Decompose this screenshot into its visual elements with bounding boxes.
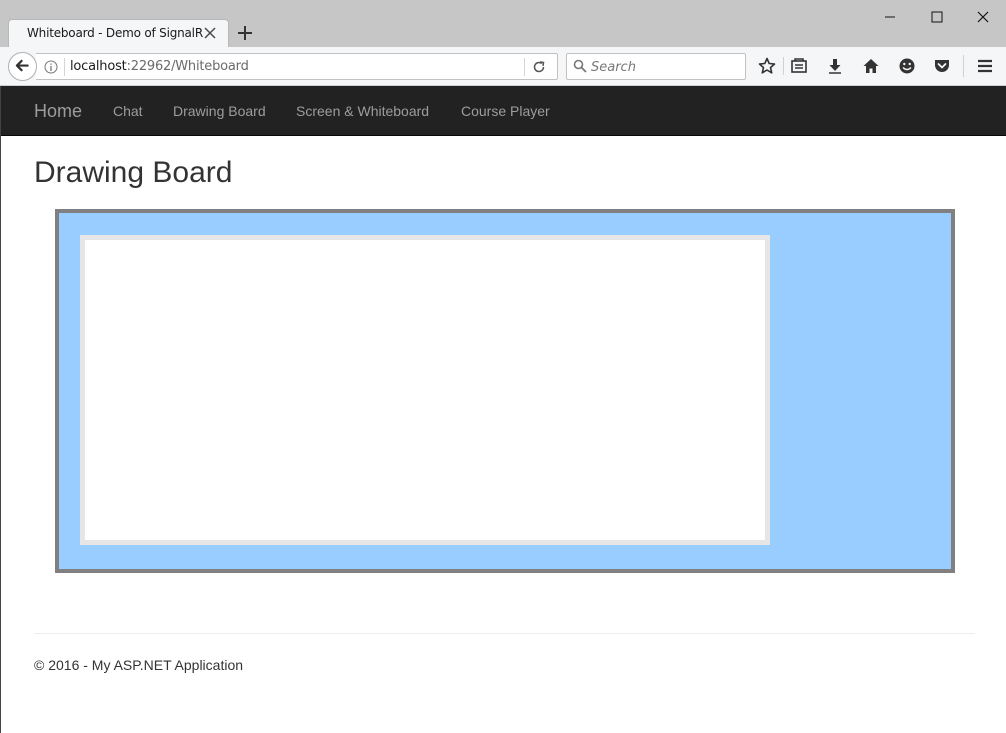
toolbar-separator — [783, 57, 784, 75]
drawing-board-frame — [55, 209, 955, 573]
close-icon[interactable] — [203, 26, 217, 40]
url-host: localhost — [70, 59, 127, 74]
minimize-icon[interactable] — [880, 8, 900, 26]
download-icon[interactable] — [826, 57, 844, 75]
site-navbar: Home Chat Drawing Board Screen & Whitebo… — [1, 86, 1006, 136]
nav-brand-home[interactable]: Home — [34, 101, 82, 122]
nav-link-course-player[interactable]: Course Player — [461, 103, 550, 119]
search-bar[interactable] — [566, 53, 746, 80]
reading-list-icon[interactable] — [790, 57, 808, 75]
browser-titlebar: Whiteboard - Demo of SignalR — [0, 0, 1006, 47]
info-icon[interactable] — [44, 60, 58, 74]
web-page: Home Chat Drawing Board Screen & Whitebo… — [0, 86, 1006, 733]
url-text[interactable]: localhost:22962/Whiteboard — [70, 59, 249, 74]
footer-copyright: © 2016 - My ASP.NET Application — [34, 657, 244, 673]
drawing-canvas[interactable] — [80, 235, 770, 545]
toolbar-separator — [963, 55, 964, 77]
back-button[interactable] — [8, 52, 37, 81]
maximize-icon[interactable] — [927, 8, 947, 26]
star-icon[interactable] — [758, 57, 776, 75]
reload-icon[interactable] — [532, 60, 546, 74]
nav-link-drawing-board[interactable]: Drawing Board — [173, 103, 266, 119]
search-input[interactable] — [591, 57, 741, 77]
hamburger-menu-icon[interactable] — [976, 57, 994, 75]
search-icon — [573, 59, 587, 73]
url-separator — [524, 58, 525, 76]
close-window-icon[interactable] — [973, 8, 993, 26]
nav-link-chat[interactable]: Chat — [113, 103, 143, 119]
browser-toolbar: localhost:22962/Whiteboard — [0, 47, 1006, 86]
url-separator — [64, 58, 65, 76]
url-path: :22962/Whiteboard — [126, 59, 249, 74]
plus-icon[interactable] — [236, 24, 254, 42]
pocket-icon[interactable] — [933, 57, 951, 75]
smiley-icon[interactable] — [898, 57, 916, 75]
page-title: Drawing Board — [34, 156, 233, 189]
nav-link-screen-whiteboard[interactable]: Screen & Whiteboard — [296, 103, 429, 119]
back-arrow-icon — [15, 59, 29, 72]
home-icon[interactable] — [862, 57, 880, 75]
footer-divider — [34, 633, 975, 634]
tab-title: Whiteboard - Demo of SignalR — [27, 26, 203, 40]
address-bar[interactable]: localhost:22962/Whiteboard — [36, 53, 558, 80]
browser-tab[interactable]: Whiteboard - Demo of SignalR — [8, 19, 229, 47]
